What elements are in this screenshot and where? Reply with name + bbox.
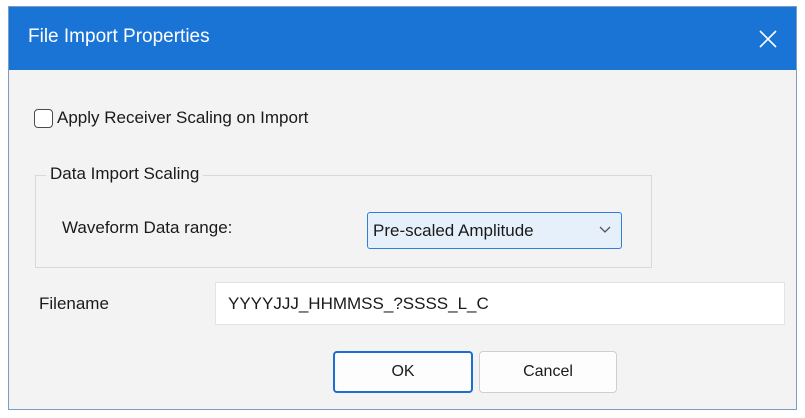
cancel-button[interactable]: Cancel <box>479 351 617 393</box>
close-icon <box>759 29 777 48</box>
close-button[interactable] <box>740 7 796 70</box>
waveform-data-range-value: Pre-scaled Amplitude <box>373 221 534 240</box>
apply-receiver-scaling-option[interactable]: Apply Receiver Scaling on Import <box>34 108 308 128</box>
filename-input[interactable] <box>215 282 785 325</box>
dialog-title: File Import Properties <box>28 26 210 47</box>
apply-receiver-scaling-label: Apply Receiver Scaling on Import <box>57 108 309 127</box>
filename-label: Filename <box>39 294 109 313</box>
ok-button[interactable]: OK <box>333 351 473 393</box>
title-bar: File Import Properties <box>9 7 796 70</box>
waveform-data-range-label: Waveform Data range: <box>62 218 233 237</box>
file-import-properties-dialog: File Import Properties Apply Receiver Sc… <box>8 6 797 410</box>
apply-receiver-scaling-checkbox[interactable] <box>34 108 53 128</box>
waveform-data-range-select[interactable]: Pre-scaled Amplitude <box>367 212 622 249</box>
chevron-down-icon <box>599 226 611 233</box>
data-import-scaling-legend: Data Import Scaling <box>46 164 204 184</box>
data-import-scaling-group: Data Import Scaling Waveform Data range:… <box>35 164 652 268</box>
